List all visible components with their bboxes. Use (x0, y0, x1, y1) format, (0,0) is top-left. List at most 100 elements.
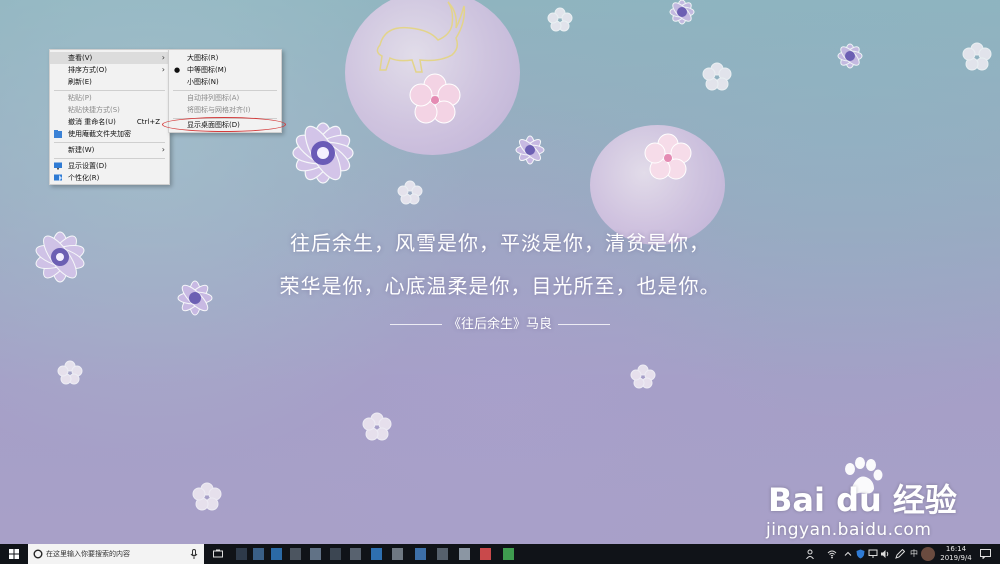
taskbar-app-icon[interactable] (330, 548, 341, 560)
submenu-item-small-icons[interactable]: 小图标(N) (169, 76, 281, 88)
start-button[interactable] (0, 544, 28, 564)
menu-item-label: 个性化(R) (68, 174, 100, 182)
chevron-right-icon: › (161, 65, 165, 74)
taskbar-app-icon[interactable] (437, 548, 448, 560)
taskbar-app-icon[interactable] (350, 548, 361, 560)
menu-item-label: 大图标(R) (187, 54, 219, 62)
watermark-brand: Bai du 经验 (768, 481, 957, 519)
menu-item-shortcut: Ctrl+Z (136, 118, 160, 126)
menu-item-label: 中等图标(M) (187, 66, 227, 74)
menu-item-label: 自动排列图标(A) (187, 94, 240, 102)
taskbar-app-icon[interactable] (290, 548, 301, 560)
chevron-up-icon[interactable] (844, 550, 852, 558)
taskbar-app-icon[interactable] (415, 548, 426, 560)
user-avatar[interactable] (921, 547, 935, 561)
menu-item-view[interactable]: 查看(V) › (50, 52, 169, 64)
menu-item-label: 刷新(E) (68, 78, 92, 86)
taskbar-app-icon[interactable] (271, 548, 282, 560)
sakura-decoration (962, 42, 992, 71)
wifi-icon[interactable] (827, 549, 837, 559)
baidu-jingyan-watermark: Bai du 经验 jingyan.baidu.com (764, 457, 1000, 544)
submenu-item-large-icons[interactable]: 大图标(R) (169, 52, 281, 64)
taskbar-app-icon[interactable] (459, 548, 470, 560)
menu-item-personalize[interactable]: 个性化(R) (50, 172, 169, 184)
menu-item-label: 显示设置(D) (68, 162, 107, 170)
clock-time: 16:14 (945, 545, 967, 553)
flower-decoration (669, 0, 695, 25)
menu-separator (54, 90, 165, 91)
watermark-url: jingyan.baidu.com (766, 520, 932, 540)
menu-item-folder-encrypt[interactable]: 使用庵截文件夹加密 (50, 128, 169, 140)
flower-decoration (837, 43, 863, 69)
menu-item-undo-rename[interactable]: 撤消 重命名(U) Ctrl+Z (50, 116, 169, 128)
menu-item-label: 新建(W) (68, 146, 95, 154)
microphone-icon[interactable] (190, 549, 198, 559)
menu-item-paste-shortcut[interactable]: 粘贴快捷方式(S) (50, 104, 169, 116)
menu-item-sort-by[interactable]: 排序方式(O) › (50, 64, 169, 76)
sakura-decoration (397, 180, 423, 205)
network-icon[interactable] (868, 549, 878, 559)
divider (558, 324, 610, 325)
shield-folder-icon (54, 130, 62, 138)
windows-logo-icon (9, 549, 19, 559)
clock-date: 2019/9/4 (940, 554, 972, 562)
menu-item-display-settings[interactable]: 显示设置(D) (50, 160, 169, 172)
ime-indicator[interactable]: 中 (910, 544, 918, 564)
taskbar-app-icon[interactable] (371, 548, 382, 560)
menu-item-label: 小图标(N) (187, 78, 219, 86)
volume-icon[interactable] (880, 549, 890, 559)
menu-separator (54, 158, 165, 159)
taskbar-app-icon[interactable] (236, 548, 247, 560)
personalize-icon (54, 174, 62, 181)
menu-item-label: 将图标与网格对齐(I) (187, 106, 251, 114)
pen-icon[interactable] (895, 549, 905, 559)
menu-item-refresh[interactable]: 刷新(E) (50, 76, 169, 88)
rabbit-illustration (376, 1, 466, 73)
people-icon[interactable] (806, 549, 816, 559)
shield-icon[interactable] (856, 549, 865, 559)
sakura-decoration (409, 73, 461, 124)
notification-icon[interactable] (980, 549, 991, 559)
menu-item-label: 粘贴(P) (68, 94, 92, 102)
menu-item-label: 粘贴快捷方式(S) (68, 106, 120, 114)
sakura-decoration (362, 412, 392, 441)
task-view-icon (213, 549, 223, 558)
submenu-item-medium-icons[interactable]: ● 中等图标(M) (169, 64, 281, 76)
menu-item-paste[interactable]: 粘贴(P) (50, 92, 169, 104)
menu-item-label: 排序方式(O) (68, 66, 107, 74)
checked-bullet-icon: ● (174, 66, 181, 74)
menu-item-new[interactable]: 新建(W) › (50, 144, 169, 156)
menu-item-label: 使用庵截文件夹加密 (68, 130, 131, 138)
taskbar-app-icon[interactable] (392, 548, 403, 560)
taskbar: 在这里输入你要搜索的内容 中 16:14 2019/9/4 (0, 544, 1000, 564)
search-placeholder: 在这里输入你要搜索的内容 (46, 550, 130, 558)
taskbar-app-icon[interactable] (480, 548, 491, 560)
desktop[interactable]: 往后余生，风雪是你，平淡是你，清贫是你， 荣华是你，心底温柔是你，目光所至，也是… (0, 0, 1000, 544)
poem-credit: 《往后余生》马良 (0, 313, 1000, 332)
menu-item-label: 查看(V) (68, 54, 93, 62)
submenu-item-align-to-grid[interactable]: 将图标与网格对齐(I) (169, 104, 281, 116)
flower-decoration (515, 135, 545, 165)
taskbar-search-box[interactable]: 在这里输入你要搜索的内容 (28, 544, 204, 564)
divider (389, 324, 442, 325)
annotation-circle (162, 117, 286, 132)
taskbar-app-icon[interactable] (310, 548, 321, 560)
taskbar-app-icon[interactable] (253, 548, 264, 560)
flower-decoration (292, 122, 354, 184)
sakura-decoration (192, 482, 222, 511)
menu-separator (54, 142, 165, 143)
sakura-decoration (702, 62, 732, 91)
taskbar-clock[interactable]: 16:14 2019/9/4 (938, 545, 974, 563)
sakura-decoration (57, 360, 83, 385)
poem-credit-text: 《往后余生》马良 (447, 317, 552, 332)
task-view-button[interactable] (210, 544, 226, 564)
taskbar-app-icon[interactable] (503, 548, 514, 560)
menu-item-label: 撤消 重命名(U) (68, 118, 116, 126)
sakura-decoration (644, 133, 692, 180)
sakura-decoration (630, 364, 656, 389)
menu-separator (173, 90, 277, 91)
display-icon (54, 162, 62, 170)
submenu-item-auto-arrange[interactable]: 自动排列图标(A) (169, 92, 281, 104)
sakura-decoration (547, 7, 573, 32)
desktop-context-menu: 查看(V) › 排序方式(O) › 刷新(E) 粘贴(P) 粘贴快捷方式(S) … (49, 49, 170, 185)
